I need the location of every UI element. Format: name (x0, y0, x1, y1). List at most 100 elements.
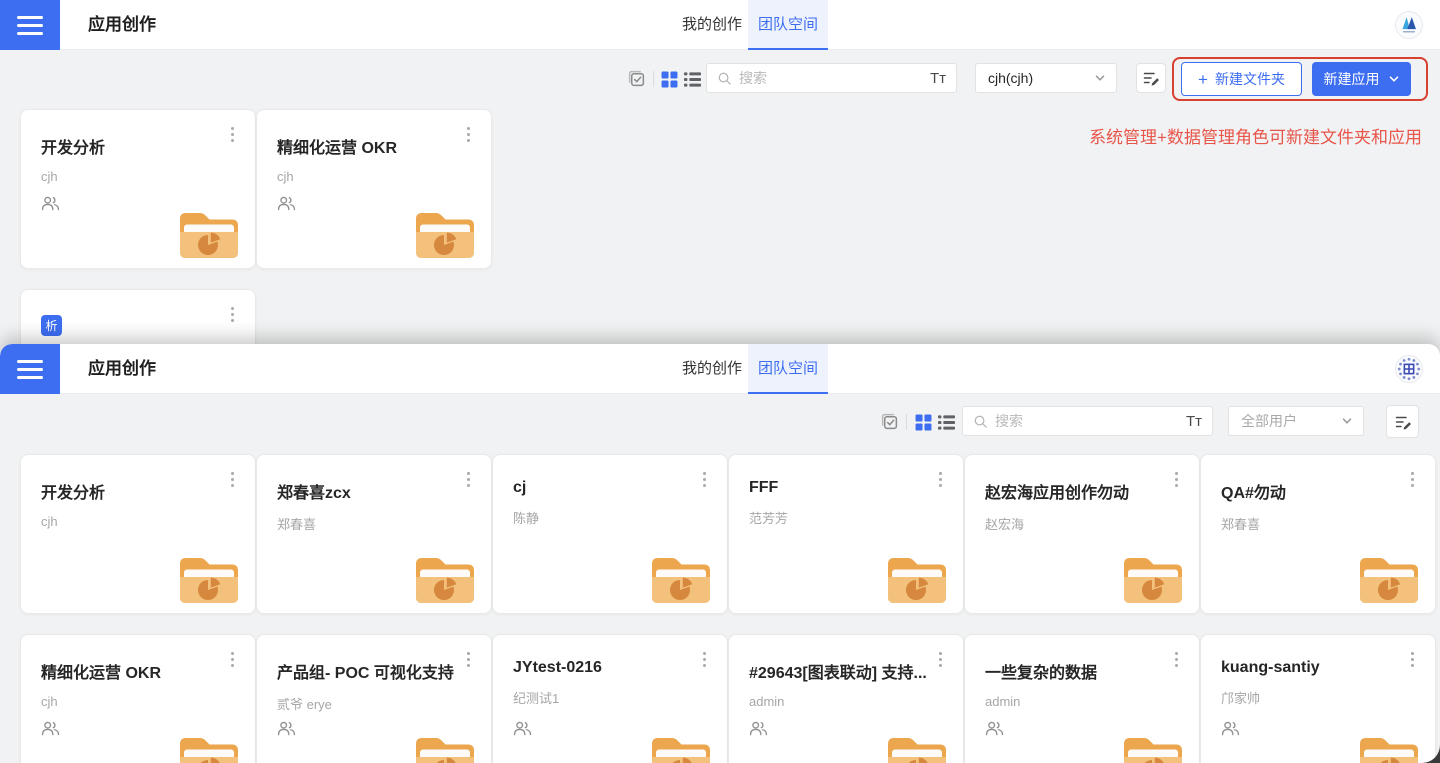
search-icon (973, 414, 988, 429)
owner-filter-value: 全部用户 (1241, 411, 1341, 431)
people-icon (41, 721, 60, 736)
folder-card[interactable]: 开发分析 cjh (20, 454, 256, 614)
menu-button[interactable] (0, 344, 60, 394)
folder-card[interactable]: kuang-santiy 邝家帅 (1200, 634, 1436, 763)
search-box: Tᴛ (962, 406, 1213, 436)
screen-corner (1422, 745, 1440, 763)
kebab-menu-icon[interactable] (1168, 648, 1184, 670)
chevron-down-icon (1388, 73, 1400, 85)
header: 应用创作 我的创作 团队空间 (0, 0, 1440, 50)
card-title: 开发分析 (41, 134, 235, 158)
kebab-menu-icon[interactable] (1404, 468, 1420, 490)
annotation-text: 系统管理+数据管理角色可新建文件夹和应用 (1089, 123, 1422, 148)
list-view-icon[interactable] (684, 71, 701, 88)
folder-pie-icon (413, 208, 477, 260)
tab-my-creations[interactable]: 我的创作 (662, 344, 762, 394)
card-title: 赵宏海应用创作勿动 (985, 479, 1179, 503)
toolbar-divider (653, 71, 654, 87)
people-icon (985, 721, 1004, 736)
batch-edit-button[interactable] (1386, 405, 1419, 438)
chevron-down-icon (1094, 72, 1106, 84)
search-input[interactable] (995, 413, 1186, 429)
folder-card[interactable]: 产品组- POC 可视化支持 贰爷 erye (256, 634, 492, 763)
card-owner: cjh (41, 514, 235, 529)
kebab-menu-icon[interactable] (932, 468, 948, 490)
card-title: kuang-santiy (1221, 659, 1415, 677)
grid-view-icon[interactable] (661, 71, 678, 88)
kebab-menu-icon[interactable] (224, 303, 240, 325)
screenshot-bottom: 应用创作 我的创作 团队空间 Tᴛ 全部用户 开发分析 cjh 郑春喜zcx 郑… (0, 344, 1440, 763)
card-owner: 范芳芳 (749, 508, 943, 527)
owner-filter-select[interactable]: 全部用户 (1228, 406, 1364, 436)
folder-card[interactable]: JYtest-0216 纪测试1 (492, 634, 728, 763)
people-icon (513, 721, 532, 736)
page-title: 应用创作 (88, 0, 156, 50)
multi-select-icon[interactable] (880, 412, 899, 431)
text-case-icon[interactable]: Tᴛ (1186, 413, 1202, 430)
search-icon (717, 71, 732, 86)
card-title: 精细化运营 OKR (41, 659, 235, 683)
folder-card[interactable]: 精细化运营 OKR cjh (20, 634, 256, 763)
card-title: 产品组- POC 可视化支持 (277, 659, 471, 683)
kebab-menu-icon[interactable] (460, 648, 476, 670)
screenshot-top: 应用创作 我的创作 团队空间 Tᴛ cjh(cjh) + 新建文件夹 新建应用 … (0, 0, 1440, 344)
folder-pie-icon (1357, 553, 1421, 605)
batch-edit-button[interactable] (1136, 63, 1166, 93)
folder-pie-icon (1357, 733, 1421, 763)
text-case-icon[interactable]: Tᴛ (930, 70, 946, 87)
folder-pie-icon (885, 553, 949, 605)
folder-pie-icon (177, 733, 241, 763)
search-input[interactable] (739, 70, 930, 86)
new-folder-label: 新建文件夹 (1215, 69, 1285, 89)
folder-pie-icon (177, 208, 241, 260)
brand-logo (1395, 11, 1423, 39)
card-title: FFF (749, 479, 943, 497)
card-title: cj (513, 479, 707, 497)
folder-card[interactable]: #29643[图表联动] 支持... admin (728, 634, 964, 763)
kebab-menu-icon[interactable] (1168, 468, 1184, 490)
new-folder-button[interactable]: + 新建文件夹 (1181, 62, 1302, 96)
folder-card[interactable]: cj 陈静 (492, 454, 728, 614)
kebab-menu-icon[interactable] (224, 123, 240, 145)
card-owner: 赵宏海 (985, 514, 1179, 533)
people-icon (277, 196, 296, 211)
folder-card[interactable]: 赵宏海应用创作勿动 赵宏海 (964, 454, 1200, 614)
owner-filter-value: cjh(cjh) (988, 70, 1094, 86)
kebab-menu-icon[interactable] (696, 648, 712, 670)
kebab-menu-icon[interactable] (1404, 648, 1420, 670)
header: 应用创作 我的创作 团队空间 (0, 344, 1440, 394)
list-view-icon[interactable] (938, 414, 955, 431)
kebab-menu-icon[interactable] (224, 468, 240, 490)
page-title: 应用创作 (88, 344, 156, 394)
people-icon (277, 721, 296, 736)
tab-team-space[interactable]: 团队空间 (748, 0, 828, 50)
new-app-button[interactable]: 新建应用 (1312, 62, 1411, 96)
folder-card[interactable]: FFF 范芳芳 (728, 454, 964, 614)
folder-card[interactable]: 精细化运营 OKR cjh (256, 109, 492, 269)
card-title: 郑春喜zcx (277, 479, 471, 503)
kebab-menu-icon[interactable] (460, 123, 476, 145)
kebab-menu-icon[interactable] (696, 468, 712, 490)
folder-card[interactable]: 郑春喜zcx 郑春喜 (256, 454, 492, 614)
people-icon (749, 721, 768, 736)
folder-card[interactable]: 开发分析 cjh (20, 109, 256, 269)
card-owner: admin (749, 694, 943, 709)
folder-card[interactable]: 一些复杂的数据 admin (964, 634, 1200, 763)
kebab-menu-icon[interactable] (932, 648, 948, 670)
grid-view-icon[interactable] (915, 414, 932, 431)
brand-logo (1395, 355, 1423, 383)
multi-select-icon[interactable] (627, 69, 646, 88)
owner-filter-select[interactable]: cjh(cjh) (975, 63, 1117, 93)
chevron-down-icon (1341, 415, 1353, 427)
tab-my-creations[interactable]: 我的创作 (662, 0, 762, 50)
batch-edit-icon (1142, 69, 1160, 87)
kebab-menu-icon[interactable] (224, 648, 240, 670)
folder-card[interactable]: QA#勿动 郑春喜 (1200, 454, 1436, 614)
kebab-menu-icon[interactable] (460, 468, 476, 490)
folder-pie-icon (885, 733, 949, 763)
tab-team-space[interactable]: 团队空间 (748, 344, 828, 394)
folder-card-partial[interactable]: 析 季度经营分析 (20, 289, 256, 344)
menu-button[interactable] (0, 0, 60, 50)
card-owner: 邝家帅 (1221, 688, 1415, 707)
card-owner: 郑春喜 (1221, 514, 1415, 533)
